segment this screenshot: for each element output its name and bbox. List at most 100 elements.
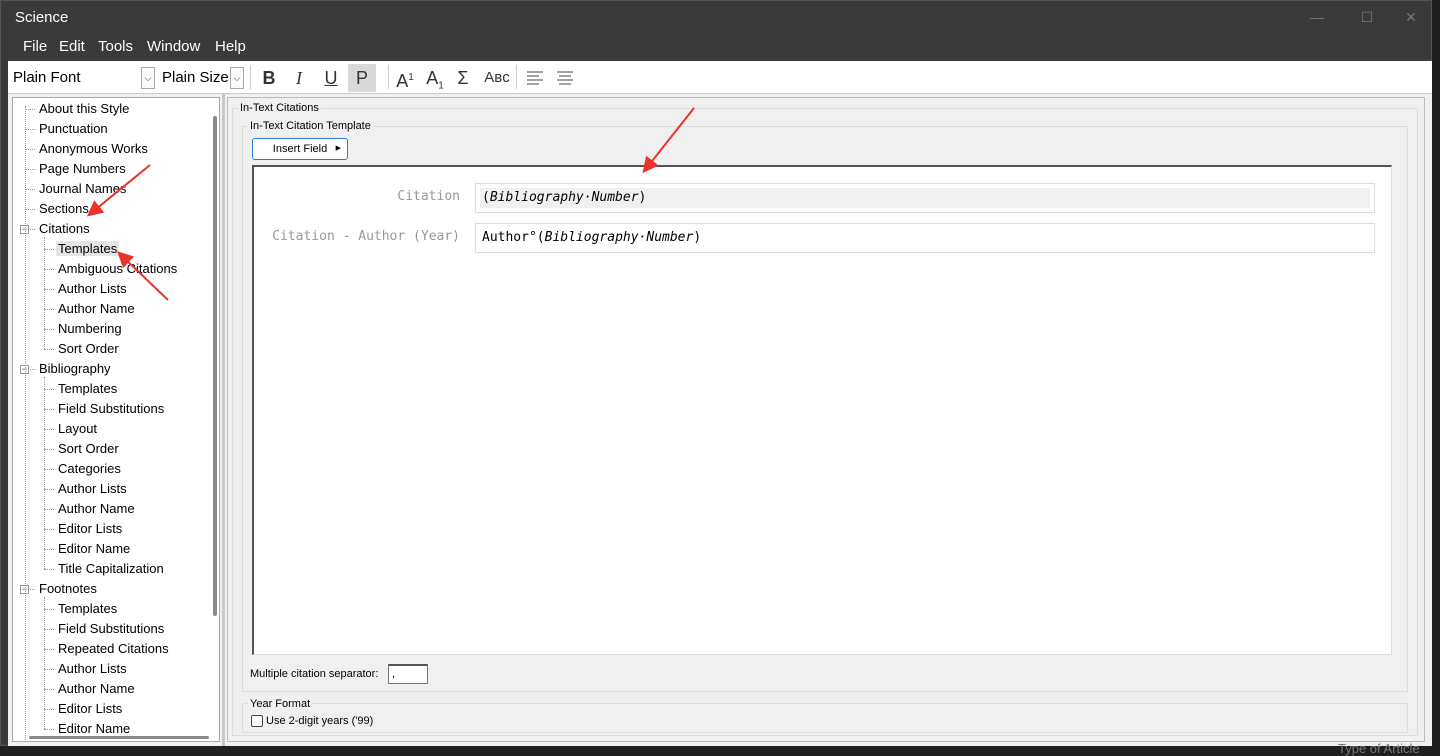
citation-template-field[interactable]: (Bibliography·Number) bbox=[475, 183, 1375, 213]
tree-item-label: Sections bbox=[39, 201, 89, 216]
tree-connector bbox=[25, 209, 35, 210]
bold-button[interactable]: B bbox=[255, 64, 283, 92]
tree-connector bbox=[44, 449, 54, 450]
tree-item-label: Templates bbox=[58, 601, 118, 616]
tree-connector bbox=[44, 509, 54, 510]
tree-connector bbox=[44, 469, 54, 470]
tree-vertical-scrollbar[interactable] bbox=[213, 116, 217, 616]
separator-input[interactable]: , bbox=[388, 664, 428, 684]
align-left-button[interactable] bbox=[521, 64, 549, 92]
maximize-icon[interactable]: ☐ bbox=[1357, 7, 1377, 27]
menu-window[interactable]: Window bbox=[147, 38, 200, 55]
citation-author-year-field[interactable]: Author°(Bibliography·Number) bbox=[475, 223, 1375, 253]
tree-item-label: Sort Order bbox=[58, 441, 119, 456]
citation-template-editor[interactable]: Citation (Bibliography·Number) Citation … bbox=[252, 165, 1392, 655]
window-title: Science bbox=[15, 9, 69, 26]
tree-item-label: Editor Lists bbox=[58, 521, 123, 536]
chevron-down-icon[interactable]: ⌵ bbox=[141, 67, 155, 89]
tree-item-label: Templates bbox=[56, 241, 120, 256]
plain-button[interactable]: P bbox=[348, 64, 376, 92]
citation-prefix: ( bbox=[482, 190, 490, 205]
year-format-title: Year Format bbox=[248, 698, 313, 710]
tree-item-label: About this Style bbox=[39, 101, 130, 116]
tree-connector bbox=[44, 689, 54, 690]
citation-field-token: Bibliography·Number bbox=[489, 190, 639, 205]
tree-connector bbox=[25, 106, 26, 741]
close-icon[interactable]: ✕ bbox=[1401, 7, 1421, 27]
tree-item-label: Page Numbers bbox=[39, 161, 126, 176]
tree-connector bbox=[44, 329, 54, 330]
menu-bar: File Edit Tools Window Help bbox=[1, 35, 1431, 61]
tree-connector bbox=[44, 529, 54, 530]
insert-field-button[interactable]: Insert Field ▶ bbox=[252, 138, 348, 160]
author-year-prefix: Author°( bbox=[482, 230, 545, 245]
subscript-button[interactable]: A1 bbox=[421, 64, 449, 92]
insert-field-label: Insert Field bbox=[272, 143, 328, 155]
citation-author-year-label: Citation - Author (Year) bbox=[272, 229, 460, 244]
toolbar-divider bbox=[250, 65, 251, 89]
tree-item-label: Templates bbox=[58, 381, 118, 396]
tree-connector bbox=[44, 629, 54, 630]
tree-connector bbox=[44, 269, 54, 270]
content-area: About this Style Punctuation Anonymous Wor… bbox=[8, 94, 1432, 746]
size-select[interactable]: Plain Size ⌵ bbox=[162, 67, 248, 89]
underline-button[interactable]: U bbox=[317, 64, 345, 92]
italic-button[interactable]: I bbox=[285, 64, 313, 92]
subscript-mark: 1 bbox=[438, 80, 444, 92]
chevron-down-icon[interactable]: ⌵ bbox=[230, 67, 244, 89]
tree-item-label: Author Lists bbox=[58, 481, 127, 496]
two-digit-year-checkbox[interactable] bbox=[251, 715, 263, 727]
tree-item-label: Editor Name bbox=[58, 541, 131, 556]
tree-item-label: Author Name bbox=[58, 501, 135, 516]
tree-item-label: Journal Names bbox=[39, 181, 127, 196]
separator-label: Multiple citation separator: bbox=[250, 668, 379, 680]
citation-suffix: ) bbox=[638, 190, 647, 205]
caret-right-icon: ▶ bbox=[335, 145, 341, 152]
menu-help[interactable]: Help bbox=[215, 38, 246, 55]
tree-connector bbox=[25, 129, 35, 130]
superscript-button[interactable]: A1 bbox=[391, 64, 419, 92]
tree-connector bbox=[44, 609, 54, 610]
tree-connector bbox=[44, 237, 45, 349]
citation-row-label: Citation bbox=[397, 189, 460, 204]
tree-connector bbox=[44, 549, 54, 550]
menu-edit[interactable]: Edit bbox=[59, 38, 85, 55]
menu-file[interactable]: File bbox=[23, 38, 47, 55]
superscript-mark: 1 bbox=[408, 72, 414, 83]
in-text-citations-panel: In-Text Citations In-Text Citation Templ… bbox=[227, 97, 1425, 742]
tree-item-label: Repeated Citations bbox=[58, 641, 169, 656]
tree-item-label: Author Lists bbox=[58, 281, 127, 296]
tree-item-label: Field Substitutions bbox=[58, 401, 165, 416]
tree-connector bbox=[25, 109, 35, 110]
style-tree: About this Style Punctuation Anonymous Wor… bbox=[12, 97, 220, 742]
align-justify-button[interactable] bbox=[551, 64, 579, 92]
tree-connector bbox=[44, 309, 54, 310]
small-caps-button[interactable]: Aʙᴄ bbox=[480, 64, 514, 92]
tree-connector bbox=[44, 709, 54, 710]
menu-tools[interactable]: Tools bbox=[98, 38, 133, 55]
panel-splitter[interactable] bbox=[222, 94, 225, 746]
font-select[interactable]: Plain Font ⌵ bbox=[13, 67, 156, 89]
tree-item-label: Author Name bbox=[58, 681, 135, 696]
symbol-button[interactable]: Σ bbox=[449, 64, 477, 92]
tree-connector bbox=[44, 377, 45, 569]
tree-item-label: Sort Order bbox=[58, 341, 119, 356]
background-partial-text: Type of Article bbox=[1338, 741, 1420, 756]
tree-connector bbox=[44, 429, 54, 430]
tree-item-label: Author Name bbox=[58, 301, 135, 316]
template-group-title: In-Text Citation Template bbox=[248, 120, 373, 132]
tree-connector bbox=[44, 349, 54, 350]
author-year-suffix: ) bbox=[693, 230, 702, 245]
title-bar: Science — ☐ ✕ bbox=[1, 1, 1431, 35]
tree-connector bbox=[44, 729, 54, 730]
subscript-letter: A bbox=[426, 68, 439, 88]
tree-horizontal-scrollbar[interactable] bbox=[29, 736, 209, 739]
tree-item-label: Editor Lists bbox=[58, 701, 123, 716]
tree-connector bbox=[44, 597, 45, 729]
tree-connector bbox=[44, 569, 54, 570]
minimize-icon[interactable]: — bbox=[1307, 7, 1327, 27]
tree-connector bbox=[44, 409, 54, 410]
size-select-value: Plain Size bbox=[162, 69, 229, 86]
tree-connector bbox=[44, 649, 54, 650]
tree-item-label: Bibliography bbox=[39, 361, 111, 376]
